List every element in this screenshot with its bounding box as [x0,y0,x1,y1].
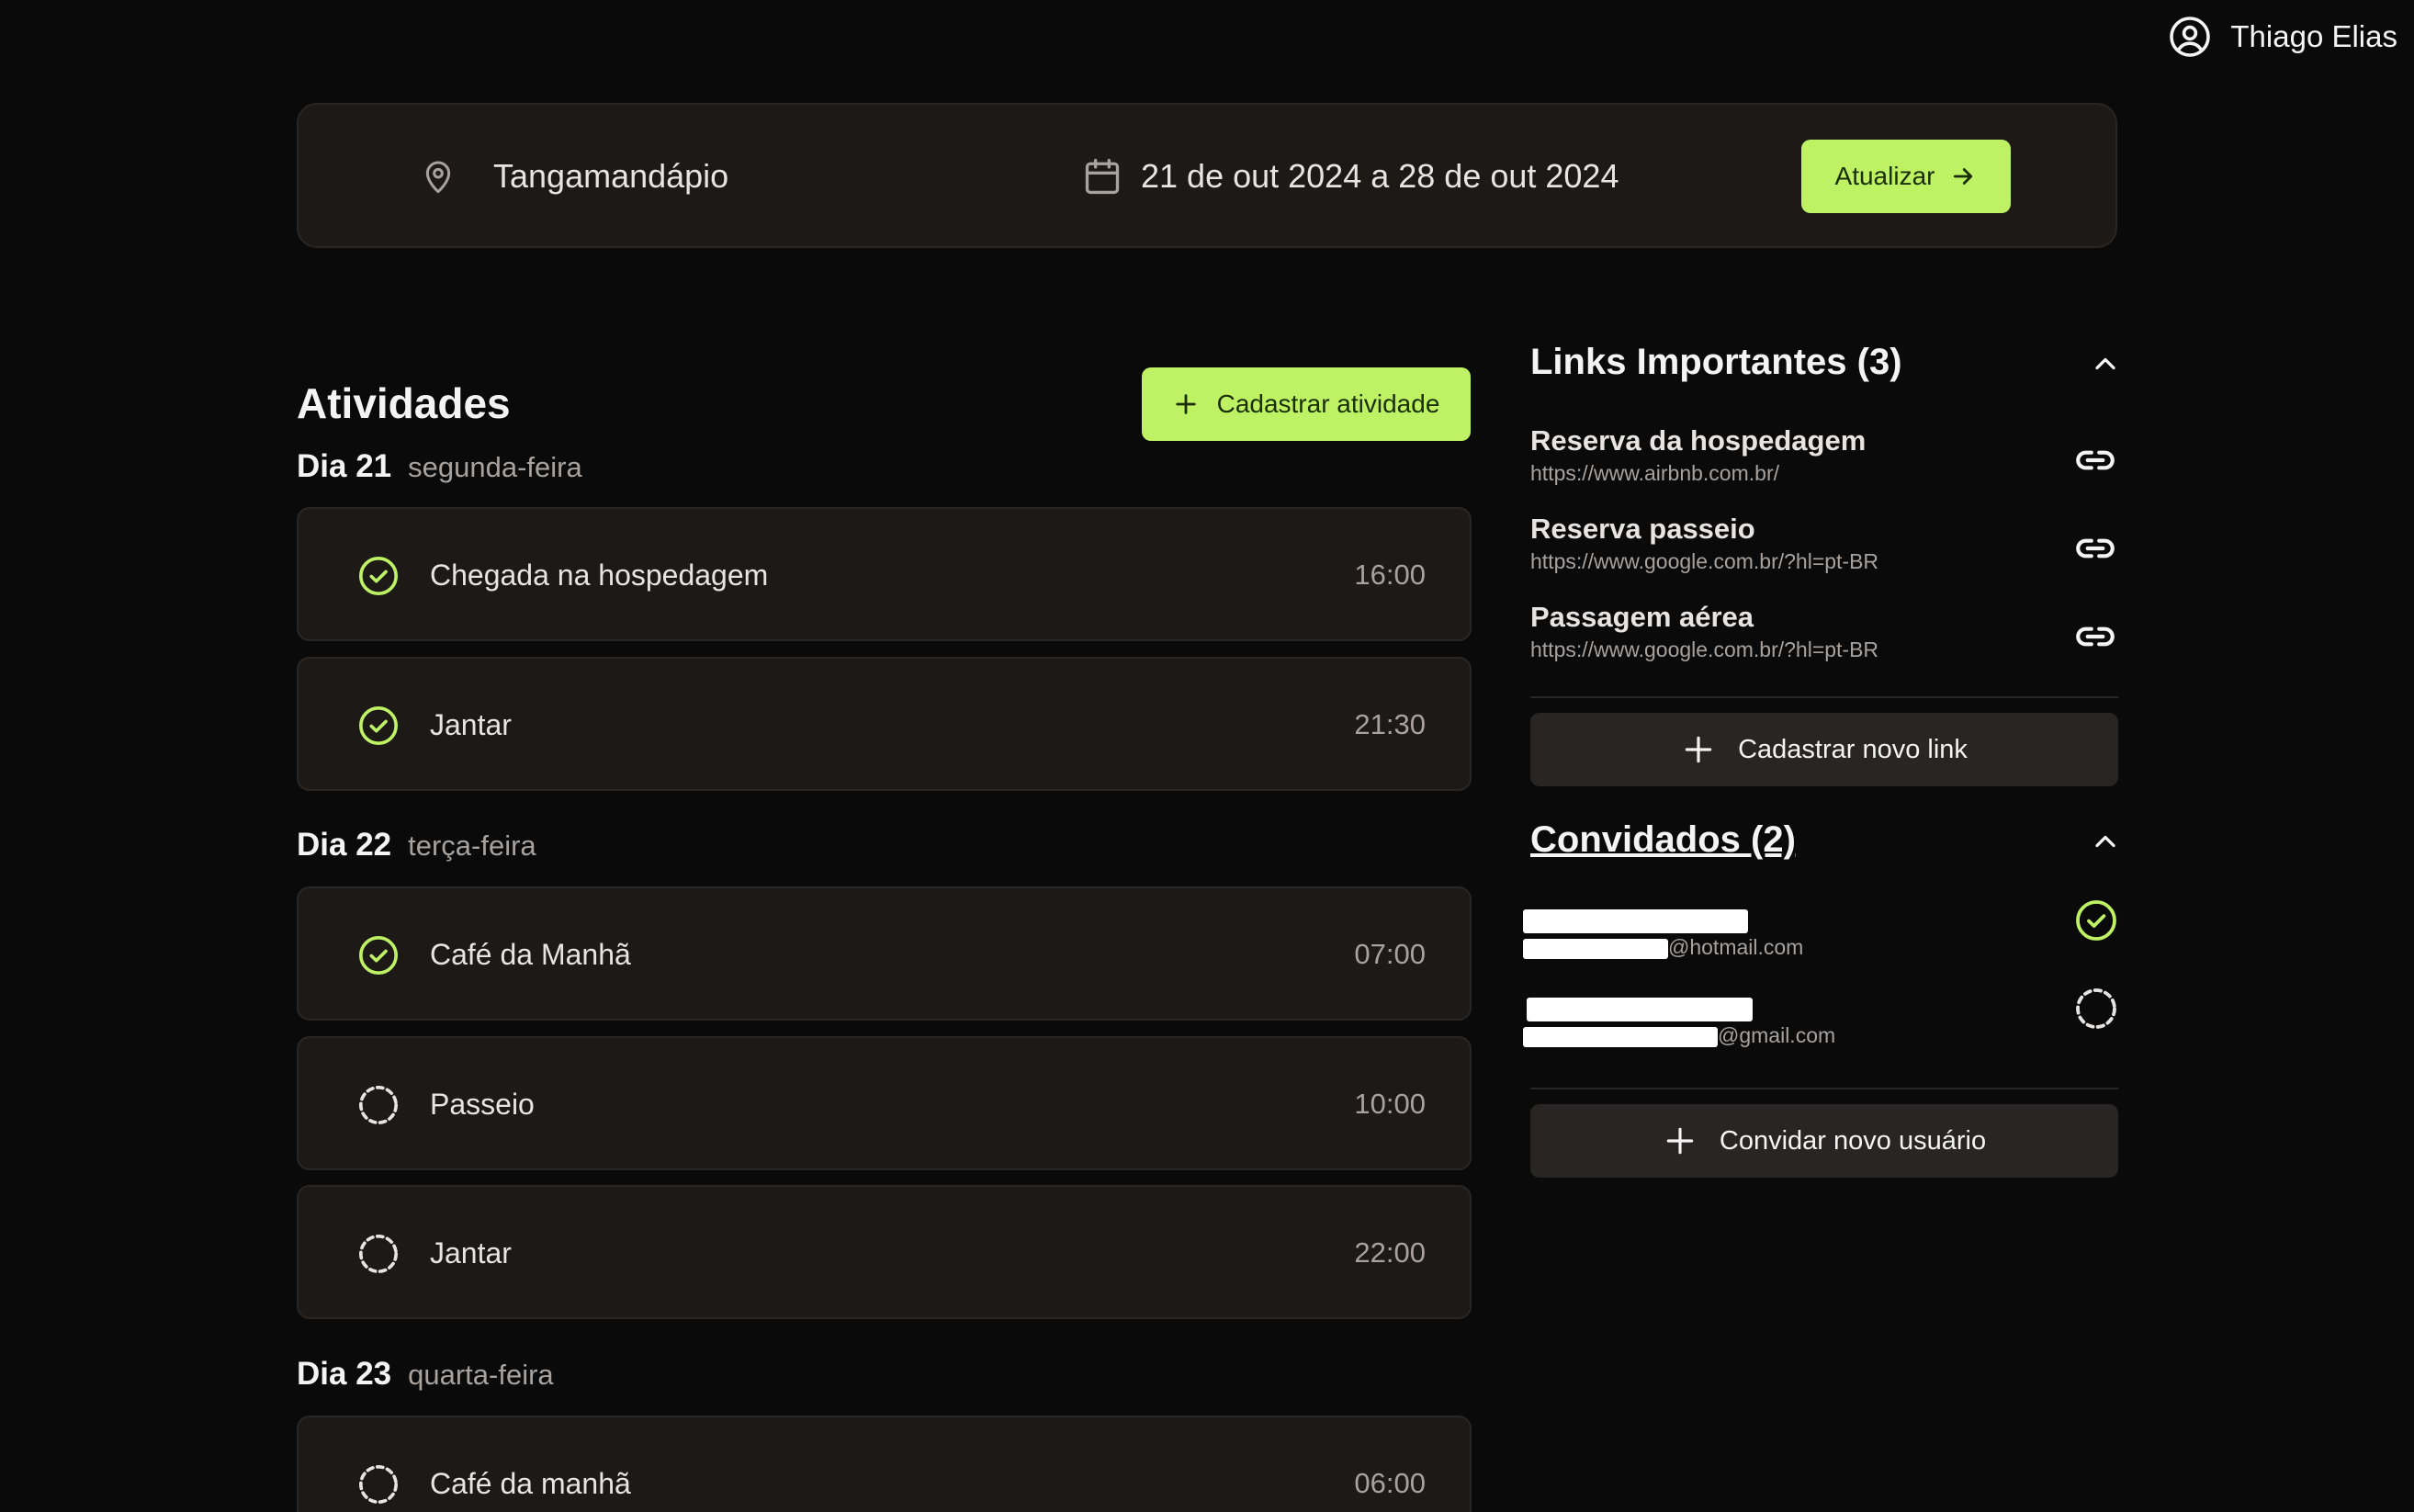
update-button-label: Atualizar [1834,162,1935,190]
guest-email: @gmail.com [1523,1021,2118,1051]
link-url[interactable]: https://www.google.com.br/?hl=pt-BR [1530,549,2118,574]
activity-title: Café da Manhã [430,938,631,971]
divider [1530,1088,2118,1089]
guest-item: @hotmail.com [1523,898,2118,963]
chevron-up-icon[interactable] [2089,825,2122,858]
pending-circle-icon[interactable] [2074,987,2118,1031]
check-circle-icon [359,557,398,595]
add-activity-button[interactable]: Cadastrar atividade [1142,367,1471,441]
activity-card[interactable]: Chegada na hospedagem 16:00 [297,507,1472,641]
activity-card[interactable]: Jantar 22:00 [297,1185,1472,1319]
guest-email-suffix: @hotmail.com [1668,935,1804,959]
check-circle-icon[interactable] [2074,898,2118,942]
day-number: Dia 23 [297,1356,392,1392]
pending-circle-icon [359,1235,398,1273]
link-url[interactable]: https://www.airbnb.com.br/ [1530,461,2118,486]
guest-name [1523,898,2118,933]
check-circle-icon [359,936,398,975]
link-name: Passagem aérea [1530,601,1754,633]
guest-email-suffix: @gmail.com [1718,1023,1836,1047]
activity-title: Passeio [430,1088,535,1121]
link-url[interactable]: https://www.google.com.br/?hl=pt-BR [1530,638,2118,662]
plus-icon [1175,394,1196,414]
activity-card[interactable]: Jantar 21:30 [297,657,1472,791]
link-icon[interactable] [2072,525,2118,571]
activity-title: Jantar [430,708,512,741]
activity-time: 22:00 [1354,1236,1426,1269]
link-item: Reserva passeio https://www.google.com.b… [1530,513,2118,574]
activity-time: 07:00 [1354,938,1426,970]
dates-text: 21 de out 2024 a 28 de out 2024 [1141,157,1619,195]
guest-item: @gmail.com [1523,987,2118,1051]
day-weekday: terça-feira [408,829,536,862]
calendar-icon [1085,158,1120,195]
day-number: Dia 22 [297,827,392,863]
activity-time: 16:00 [1354,559,1426,591]
link-name: Reserva da hospedagem [1530,424,1867,457]
guest-name [1523,987,2118,1021]
trip-dates: 21 de out 2024 a 28 de out 2024 [1082,154,1619,198]
day-header: Dia 21 segunda-feira [297,448,582,485]
redacted-name [1527,998,1753,1021]
invite-user-button[interactable]: Convidar novo usuário [1530,1104,2118,1178]
plus-icon [1685,736,1712,763]
activity-card[interactable]: Passeio 10:00 [297,1036,1472,1170]
map-pin-icon [425,161,451,194]
redacted-email [1523,939,1668,959]
links-title: Links Importantes (3) [1530,342,1902,382]
activity-title: Chegada na hospedagem [430,559,769,592]
day-header: Dia 22 terça-feira [297,827,536,863]
add-activity-label: Cadastrar atividade [1216,389,1440,418]
pending-circle-icon [359,1465,398,1504]
activities-title: Atividades [297,379,511,427]
activity-time: 10:00 [1354,1088,1426,1120]
user-circle-icon [2170,17,2211,57]
redacted-email [1523,1027,1718,1047]
user-name: Thiago Elias [2230,19,2397,53]
activity-card[interactable]: Café da manhã 06:00 [297,1416,1472,1512]
trip-header-bar: Tangamandápio 21 de out 2024 a 28 de out… [297,103,2117,248]
activity-time: 06:00 [1354,1467,1426,1499]
add-link-button[interactable]: Cadastrar novo link [1530,713,2118,786]
day-number: Dia 21 [297,448,392,484]
guests-title[interactable]: Convidados (2) [1530,819,1796,861]
activity-time: 21:30 [1354,708,1426,740]
redacted-name [1523,909,1748,933]
link-name: Reserva passeio [1530,513,1755,545]
link-icon[interactable] [2072,614,2118,660]
location-text: Tangamandápio [493,157,729,195]
day-weekday: quarta-feira [408,1359,554,1391]
trip-location: Tangamandápio [420,156,728,197]
user-menu[interactable]: Thiago Elias [2168,15,2397,59]
add-link-label: Cadastrar novo link [1738,734,1968,764]
guest-email: @hotmail.com [1523,933,2118,963]
pending-circle-icon [359,1086,398,1124]
link-icon[interactable] [2072,437,2118,483]
update-button[interactable]: Atualizar [1801,140,2011,213]
activity-card[interactable]: Café da Manhã 07:00 [297,886,1472,1021]
link-item: Reserva da hospedagem https://www.airbnb… [1530,424,2118,486]
day-header: Dia 23 quarta-feira [297,1356,554,1393]
activity-title: Jantar [430,1236,512,1269]
activity-title: Café da manhã [430,1467,631,1500]
day-weekday: segunda-feira [408,451,582,483]
divider [1530,696,2118,698]
invite-user-label: Convidar novo usuário [1719,1125,1987,1156]
plus-icon [1666,1127,1694,1155]
check-circle-icon [359,706,398,745]
arrow-right-icon [1954,168,1973,185]
link-item: Passagem aérea https://www.google.com.br… [1530,601,2118,662]
trip-details-page: Thiago Elias Tangamandápio 21 de out 202… [0,0,2414,1512]
chevron-up-icon[interactable] [2089,347,2122,380]
